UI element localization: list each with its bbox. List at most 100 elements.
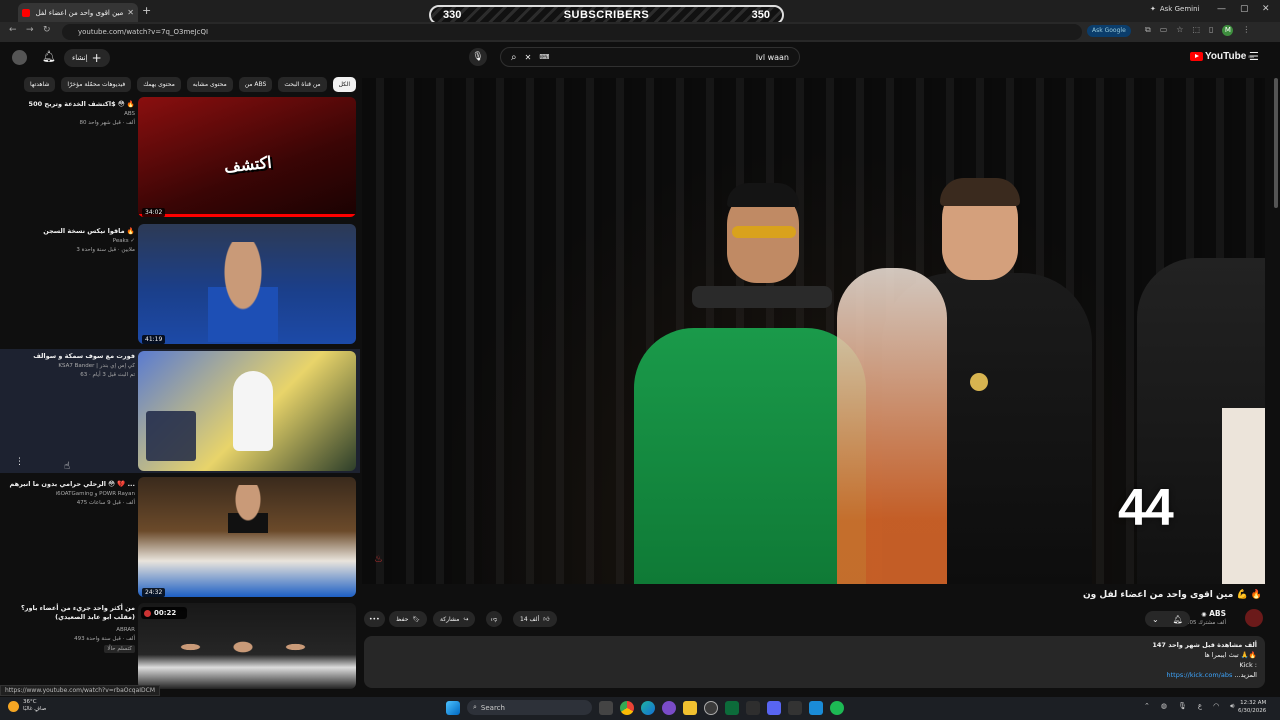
keyboard-icon[interactable]: ⌨ — [539, 53, 549, 61]
ask-gemini-button[interactable]: ✦ Ask Gemini — [1150, 5, 1199, 13]
forward-icon[interactable]: → — [26, 25, 34, 35]
channel-name[interactable]: i6OATGaming و POWR Rayan — [56, 491, 135, 497]
chip-from-search[interactable]: من قناة البحث — [278, 77, 327, 92]
back-icon[interactable]: ← — [9, 25, 17, 35]
app-icon[interactable] — [809, 700, 823, 715]
share-icon: ↪ — [463, 615, 469, 623]
chrome-icon[interactable] — [620, 700, 634, 715]
task-view-icon[interactable] — [599, 700, 613, 715]
weather-widget[interactable]: 36°C صافٍ غالبًا — [8, 699, 46, 713]
terminal-icon[interactable] — [746, 700, 760, 715]
chip-recently-uploaded[interactable]: فيديوهات محمّلة مؤخرًا — [61, 77, 132, 92]
chip-related[interactable]: محتوى مشابه — [186, 77, 233, 92]
dislike-button[interactable]: 👎︎ — [486, 611, 503, 627]
create-button[interactable]: إنشاء + — [64, 49, 110, 67]
sidebar-icon[interactable]: ▯ — [1209, 25, 1213, 36]
channel-name[interactable]: ABS — [124, 111, 135, 117]
video-title[interactable]: اكتشف الخدعة وتربح 500$ 😳 🔥 — [29, 100, 135, 108]
more-actions-button[interactable]: ••• — [364, 611, 385, 627]
notifications-bell-icon[interactable]: 🔔︎ — [42, 50, 56, 63]
kick-link[interactable]: https://kick.com/abs — [1167, 671, 1233, 679]
ask-google-button[interactable]: Ask Google — [1087, 25, 1131, 37]
app-icon[interactable] — [662, 700, 676, 715]
save-button[interactable]: حفظ 🔖︎ — [389, 611, 428, 627]
obs-icon[interactable] — [704, 700, 718, 715]
search-input[interactable]: ⌕ ✕ ⌨ lvl waan — [500, 47, 800, 67]
recommendation-item[interactable]: 41:19 ماقوا نيكس نسخة السجن 🔥 Peaks ✓ 3 … — [0, 224, 360, 348]
edge-icon[interactable] — [641, 700, 655, 715]
share-label: مشاركة — [440, 615, 460, 623]
video-duration: 00:22 — [141, 607, 187, 619]
video-thumbnail[interactable] — [138, 477, 356, 597]
thumbnail-text-art: اكتشف — [223, 154, 273, 177]
recommendation-item[interactable]: فورت مع سوف سمكة و سوالف KSA7 Bander | ك… — [0, 349, 360, 473]
channel-name[interactable]: Peaks ✓ — [113, 238, 135, 244]
video-person-hair — [727, 183, 799, 207]
video-player[interactable]: 44 ♨ — [362, 78, 1265, 584]
minimize-icon[interactable]: — — [1217, 4, 1226, 14]
file-explorer-icon[interactable] — [683, 700, 697, 715]
clear-search-icon[interactable]: ✕ — [525, 53, 532, 62]
browser-tab[interactable]: مين اقوى واحد من اعضاء لفل ون ✕ — [18, 3, 138, 22]
bell-icon: 🔔︎ — [1172, 614, 1183, 624]
hamburger-menu-icon[interactable]: ☰ — [1249, 50, 1259, 63]
recommendation-item[interactable]: 24:32 الرحلي حرامي بدون ما انبرهم 😳 💔 ..… — [0, 477, 360, 601]
show-more-link[interactable]: ...المزيد — [1234, 671, 1257, 679]
channel-avatar[interactable] — [1245, 609, 1263, 627]
channel-name[interactable]: ABRAR — [116, 627, 135, 633]
microphone-icon[interactable]: 🎙︎ — [1178, 702, 1187, 711]
clock-time: 12:32 AM — [1240, 700, 1267, 706]
more-actions-icon[interactable]: ⋮ — [15, 457, 24, 467]
video-medal — [970, 373, 988, 391]
recommendation-item[interactable]: 00:22 من أكثر واحد جريء من أعضاء باور؟ (… — [0, 603, 360, 689]
like-button[interactable]: 14 ألف 👍︎ — [513, 611, 557, 627]
wifi-icon[interactable]: ◠ — [1213, 702, 1219, 711]
page-scrollbar[interactable] — [1274, 78, 1278, 208]
subscribed-button[interactable]: ⌄ 🔔︎ — [1145, 611, 1190, 627]
discord-icon[interactable] — [767, 700, 781, 715]
app-icon[interactable] — [725, 700, 739, 715]
chip-for-you[interactable]: محتوى يهمك — [137, 77, 181, 92]
address-bar[interactable]: youtube.com/watch?v=7q_O3meJcQI — [62, 24, 1082, 40]
description-link-row: https://kick.com/abs ...المزيد — [1167, 671, 1257, 679]
chip-from-abs[interactable]: من ABS — [238, 77, 273, 92]
voice-search-icon[interactable]: 🎙︎ — [469, 48, 487, 66]
app-icon[interactable] — [788, 700, 802, 715]
search-icon[interactable]: ⌕ — [511, 52, 517, 63]
account-avatar[interactable] — [12, 50, 27, 65]
channel-name[interactable]: KSA7 Bander | كي إس إي بندر — [58, 363, 135, 369]
maximize-icon[interactable]: ▢ — [1240, 4, 1249, 14]
spotify-icon[interactable] — [830, 700, 844, 715]
close-window-icon[interactable]: ✕ — [1262, 4, 1270, 14]
cast-icon[interactable]: ▭ — [1160, 25, 1168, 36]
kebab-menu-icon[interactable]: ⋮ — [1242, 25, 1250, 36]
extensions-icon[interactable]: ⬚ — [1192, 25, 1200, 36]
taskbar-clock[interactable]: 12:32 AM 6/30/2026 — [1238, 699, 1266, 715]
share-button[interactable]: مشاركة ↪ — [433, 611, 476, 627]
video-thumbnail[interactable] — [138, 351, 356, 471]
video-title[interactable]: الرحلي حرامي بدون ما انبرهم 😳 💔 ... — [9, 480, 135, 488]
language-indicator[interactable]: ع — [1198, 702, 1202, 711]
taskbar-search[interactable]: ⌕ Search — [467, 700, 592, 715]
chip-watched[interactable]: شاهدتها — [23, 77, 56, 92]
video-thumbnail[interactable] — [138, 224, 356, 344]
close-tab-icon[interactable]: ✕ — [127, 8, 134, 17]
video-description[interactable]: 147 ألف مشاهدة قبل شهر واحد تبث ايبمرا ه… — [364, 636, 1265, 688]
youtube-logo[interactable]: YouTube SA — [1190, 51, 1254, 62]
video-title[interactable]: ماقوا نيكس نسخة السجن 🔥 — [43, 227, 135, 235]
new-tab-button[interactable]: + — [142, 4, 151, 17]
profile-avatar[interactable]: M — [1222, 25, 1234, 36]
chip-all[interactable]: الكل — [332, 77, 356, 92]
translate-icon[interactable]: ⧉ — [1145, 25, 1151, 36]
recommendation-item[interactable]: اكتشف 34:02 اكتشف الخدعة وتربح 500$ 😳 🔥 … — [0, 97, 360, 221]
network-icon[interactable]: ◍ — [1161, 702, 1167, 711]
windows-start-icon[interactable] — [446, 700, 460, 715]
reload-icon[interactable]: ↻ — [43, 25, 51, 35]
volume-icon[interactable]: 🔊︎ — [1230, 702, 1234, 711]
video-title[interactable]: فورت مع سوف سمكة و سوالف — [33, 352, 135, 360]
channel-name[interactable]: ◉ ABS — [1201, 609, 1226, 618]
video-title[interactable]: من أكثر واحد جريء من أعضاء باور؟ (مقلب ا… — [5, 604, 135, 622]
chevron-up-icon[interactable]: ⌃ — [1144, 702, 1150, 711]
bookmark-star-icon[interactable]: ☆ — [1176, 25, 1183, 36]
video-thumbnail[interactable]: اكتشف — [138, 97, 356, 217]
